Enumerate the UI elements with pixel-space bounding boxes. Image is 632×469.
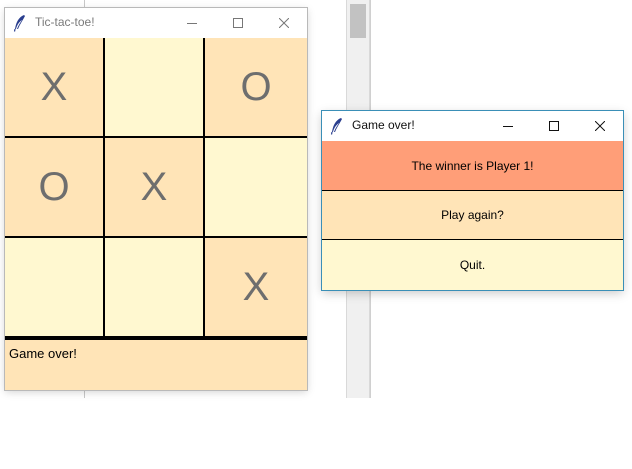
board-cell[interactable]: O — [205, 38, 307, 136]
dialog-titlebar[interactable]: Game over! — [322, 111, 623, 141]
status-label: Game over! — [5, 340, 307, 390]
minimize-icon — [187, 18, 197, 28]
cell-mark: X — [242, 264, 270, 309]
board-cell[interactable] — [105, 38, 203, 136]
cell-mark: O — [38, 164, 70, 209]
close-button[interactable] — [261, 8, 307, 38]
minimize-icon — [503, 121, 513, 131]
dialog-close-button[interactable] — [577, 111, 623, 141]
minimize-button[interactable] — [169, 8, 215, 38]
main-window-title: Tic-tac-toe! — [35, 15, 95, 29]
close-icon — [595, 121, 605, 131]
tictactoe-window: Tic-tac-toe! X O O X X Game over! — [5, 8, 307, 390]
background-scrollbar-thumb[interactable] — [350, 4, 366, 38]
dialog-title: Game over! — [352, 118, 415, 132]
close-icon — [279, 18, 289, 28]
board-cell[interactable]: O — [5, 138, 103, 236]
winner-message: The winner is Player 1! — [322, 141, 623, 190]
board-cell[interactable]: X — [5, 38, 103, 136]
feather-icon — [13, 14, 27, 32]
game-board: X O O X X — [5, 38, 307, 340]
cell-mark: O — [240, 64, 272, 109]
quit-button[interactable]: Quit. — [322, 240, 623, 290]
board-cell[interactable]: X — [205, 238, 307, 336]
board-cell[interactable] — [205, 138, 307, 236]
maximize-button[interactable] — [215, 8, 261, 38]
cell-mark: X — [40, 64, 68, 109]
game-over-dialog: Game over! The winner is Player 1! Play … — [322, 111, 623, 290]
dialog-minimize-button[interactable] — [485, 111, 531, 141]
feather-icon — [330, 117, 344, 135]
board-cell[interactable]: X — [105, 138, 203, 236]
cell-mark: X — [140, 164, 168, 209]
main-titlebar[interactable]: Tic-tac-toe! — [5, 8, 307, 38]
dialog-maximize-button[interactable] — [531, 111, 577, 141]
board-cell[interactable] — [5, 238, 103, 336]
maximize-icon — [233, 18, 243, 28]
maximize-icon — [549, 121, 559, 131]
play-again-button[interactable]: Play again? — [322, 190, 623, 240]
board-cell[interactable] — [105, 238, 203, 336]
